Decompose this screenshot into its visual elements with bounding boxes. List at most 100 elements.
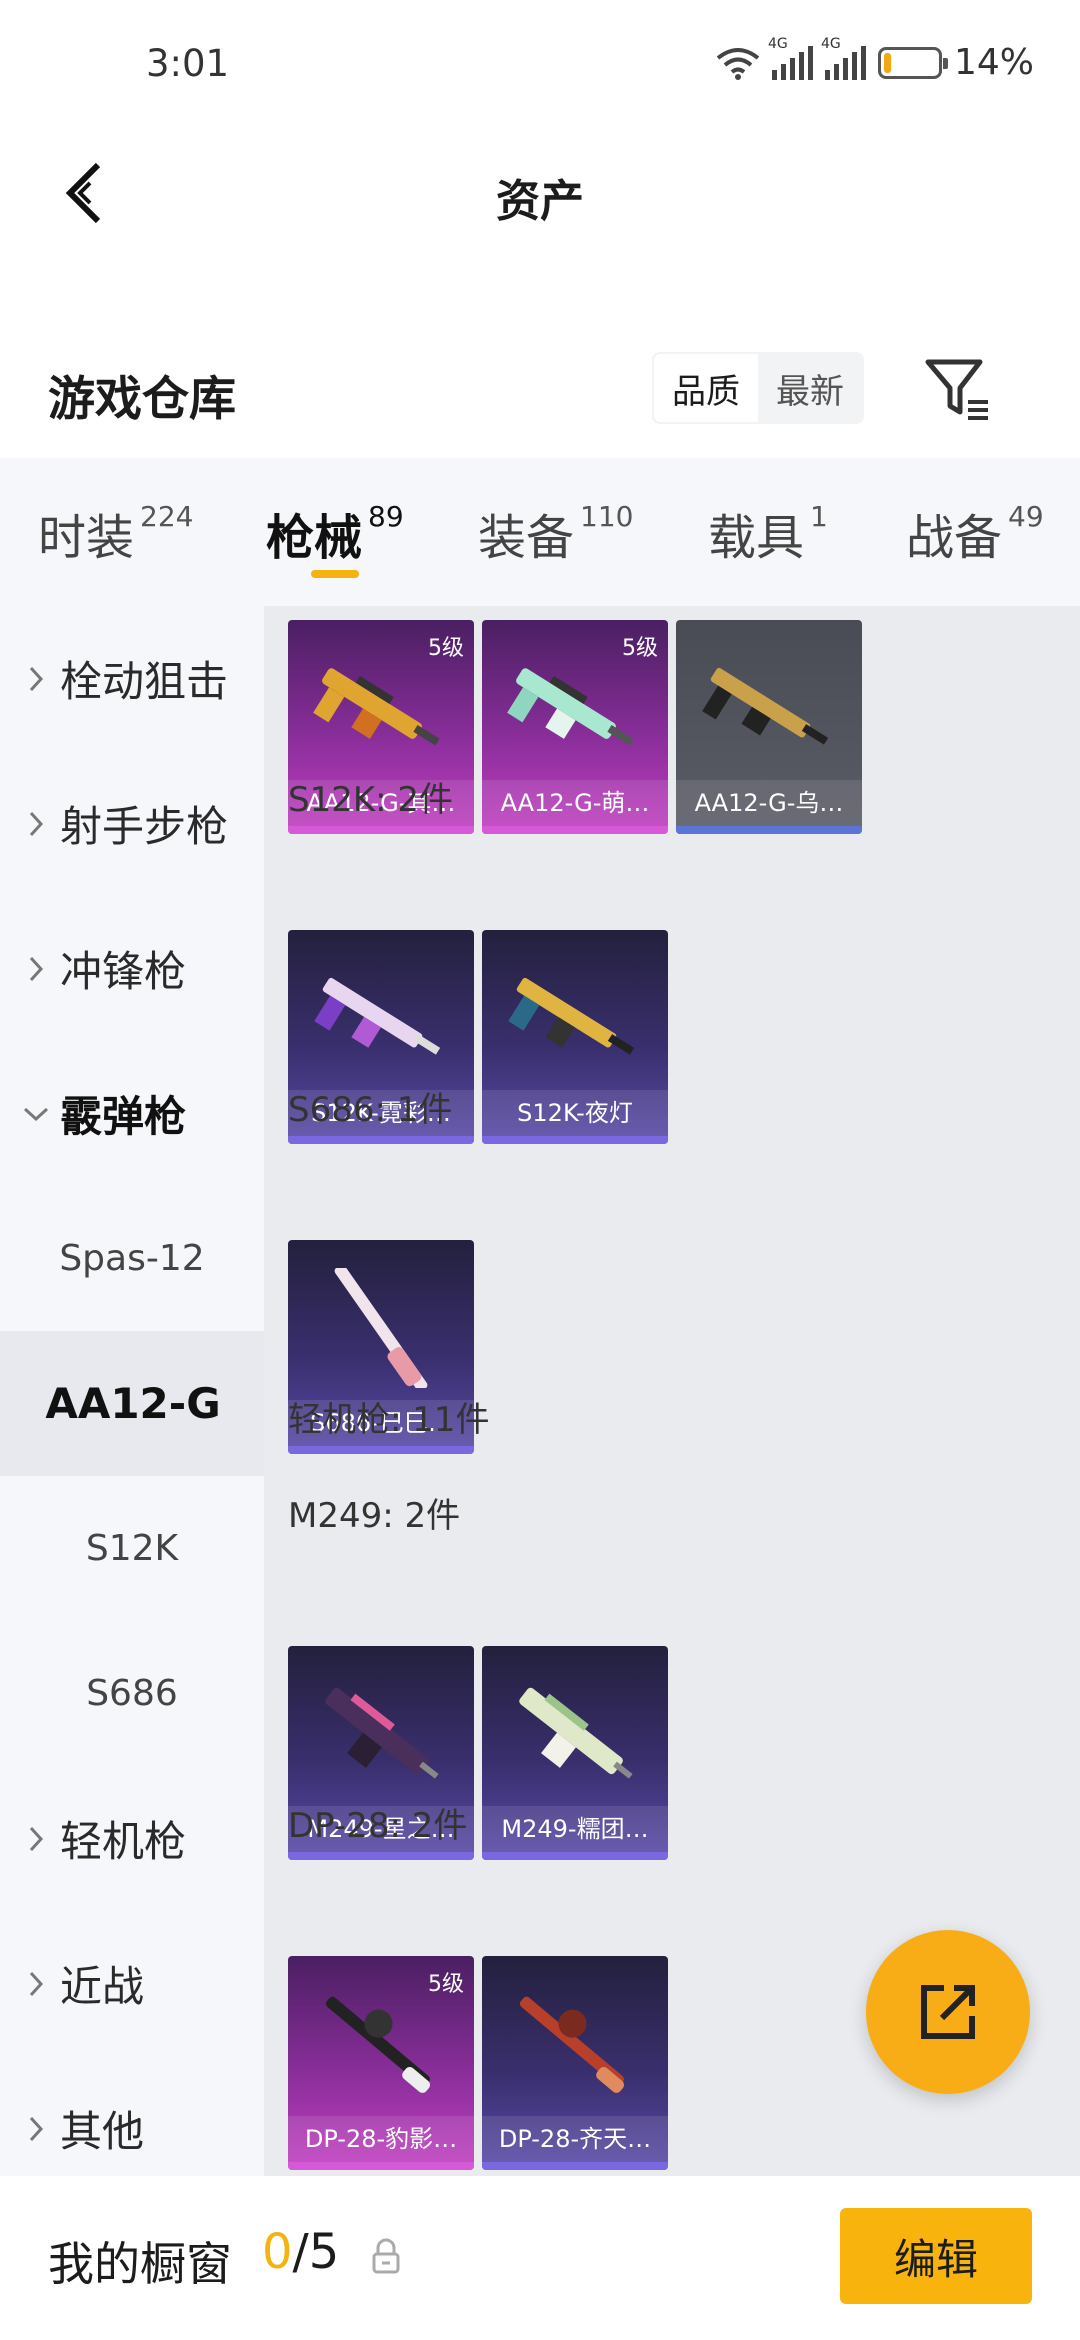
- sidebar-item-bolt-sniper[interactable]: 栓动狙击: [0, 606, 264, 751]
- showcase-total: /5: [292, 2224, 340, 2280]
- item-name: M249-糯团…: [482, 1806, 668, 1852]
- showcase-current: 0: [262, 2224, 293, 2280]
- sidebar-item-marksman-rifle[interactable]: 射手步枪: [0, 751, 264, 896]
- sidebar-subitem-s686[interactable]: S686: [0, 1621, 264, 1766]
- item-name: S12K-夜灯: [482, 1090, 668, 1136]
- lock-icon: [372, 2238, 400, 2274]
- item-card[interactable]: S12K-夜灯: [482, 930, 668, 1144]
- filter-icon: [925, 359, 988, 420]
- rarity-bar: [288, 1446, 474, 1454]
- sidebar-subitem-spas12[interactable]: Spas-12: [0, 1186, 264, 1331]
- machine-gun-icon: [519, 1996, 625, 2093]
- chevron-right-icon: [0, 810, 60, 838]
- tab-firearms[interactable]: 枪械 89: [266, 498, 404, 568]
- sidebar-subitem-aa12g[interactable]: AA12-G: [0, 1331, 266, 1476]
- tab-fashion[interactable]: 时装 224: [38, 498, 193, 568]
- item-card[interactable]: 5级 DP-28-豹影…: [288, 1956, 474, 2170]
- sidebar-item-label: 霰弹枪: [60, 1092, 187, 1141]
- page-title: 资产: [496, 176, 584, 227]
- item-card[interactable]: DP-28-齐天…: [482, 1956, 668, 2170]
- item-card[interactable]: 5级 AA12-G-萌…: [482, 620, 668, 834]
- external-link-icon: [921, 1985, 975, 2039]
- item-name: DP-28-齐天…: [482, 2116, 668, 2162]
- tab-count: 1: [810, 500, 828, 533]
- rarity-bar: [288, 1136, 474, 1144]
- tab-equipment[interactable]: 装备 110: [478, 498, 633, 568]
- machine-gun-icon: [325, 1687, 439, 1779]
- rarity-bar: [482, 826, 668, 834]
- sort-toggle: 品质 最新: [652, 352, 864, 424]
- rarity-bar: [288, 2162, 474, 2170]
- status-icons: 4G 4G 14%: [716, 36, 1034, 83]
- item-name: AA12-G-萌…: [482, 780, 668, 826]
- rarity-bar: [676, 826, 862, 834]
- tab-count: 89: [368, 500, 404, 533]
- item-name: DP-28-豹影…: [288, 2116, 474, 2162]
- sidebar-item-label: 射手步枪: [60, 802, 229, 851]
- shotgun-icon: [314, 977, 441, 1055]
- sidebar-item-shotgun[interactable]: 霰弹枪: [0, 1041, 264, 1186]
- wifi-icon: [716, 47, 760, 80]
- sidebar-item-lmg[interactable]: 轻机枪: [0, 1766, 264, 1911]
- battery-level: [883, 52, 891, 73]
- tab-supplies[interactable]: 战备 49: [906, 498, 1044, 568]
- rarity-bar: [482, 1136, 668, 1144]
- tab-label: 枪械: [266, 510, 363, 566]
- section-title: 游戏仓库: [48, 372, 236, 427]
- chevron-right-icon: [0, 1825, 60, 1853]
- chevron-right-icon: [0, 2115, 60, 2143]
- shotgun-icon: [508, 977, 635, 1055]
- rarity-bar: [288, 826, 474, 834]
- sidebar: 栓动狙击 射手步枪 冲锋枪 霰弹枪 Spas-12 AA12-G S12K S6…: [0, 606, 266, 2176]
- chevron-down-icon: [0, 1106, 60, 1122]
- sidebar-item-label: 轻机枪: [60, 1817, 187, 1866]
- status-bar: 3:01 4G 4G 14%: [0, 0, 1080, 135]
- group-label: 轻机枪: 11件: [288, 1400, 490, 1440]
- machine-gun-icon: [325, 1996, 431, 2093]
- tab-label: 装备: [478, 510, 575, 566]
- header: 资产: [0, 135, 1080, 251]
- tab-count: 224: [140, 500, 194, 533]
- sidebar-item-label: 栓动狙击: [60, 657, 229, 706]
- status-time: 3:01: [146, 42, 230, 85]
- tab-label: 载具: [708, 510, 805, 566]
- category-tabs: 时装 224 枪械 89 装备 110 载具 1 战备 49: [0, 458, 1080, 606]
- showcase-bar: 我的橱窗 0/5 编辑: [0, 2176, 1080, 2340]
- sidebar-item-label: 冲锋枪: [60, 947, 187, 996]
- sidebar-item-label: 其他: [60, 2107, 145, 2156]
- sidebar-item-melee[interactable]: 近战: [0, 1911, 264, 2056]
- rarity-bar: [482, 1852, 668, 1860]
- filter-button[interactable]: [922, 354, 994, 426]
- share-button[interactable]: [866, 1930, 1030, 2094]
- cellular-signal-icon: 4G: [821, 36, 866, 80]
- machine-gun-icon: [519, 1687, 633, 1779]
- group-label: S686: 1件: [288, 1090, 453, 1130]
- rarity-bar: [288, 1852, 474, 1860]
- item-card[interactable]: AA12-G-乌…: [676, 620, 862, 834]
- group-label: S12K: 2件: [288, 780, 454, 820]
- tab-vehicles[interactable]: 载具 1: [708, 498, 828, 568]
- sidebar-item-smg[interactable]: 冲锋枪: [0, 896, 264, 1041]
- chevron-right-icon: [0, 1970, 60, 1998]
- active-tab-indicator: [311, 570, 359, 578]
- tab-count: 110: [580, 500, 634, 533]
- shotgun-icon: [507, 668, 634, 746]
- shotgun-icon: [702, 667, 829, 745]
- rarity-bar: [482, 2162, 668, 2170]
- tab-label: 战备: [906, 510, 1003, 566]
- sort-newest-button[interactable]: 最新: [758, 354, 862, 422]
- tab-count: 49: [1008, 500, 1044, 533]
- group-label: DP-28: 2件: [288, 1806, 468, 1846]
- cellular-signal-icon: 4G: [768, 36, 813, 80]
- battery-percent: 14%: [953, 42, 1034, 83]
- shotgun-icon: [313, 668, 440, 746]
- sidebar-subitem-s12k[interactable]: S12K: [0, 1476, 264, 1621]
- battery-icon: [877, 46, 948, 79]
- showcase-label: 我的橱窗: [48, 2237, 232, 2291]
- sort-quality-button[interactable]: 品质: [654, 354, 758, 422]
- chevron-right-icon: [0, 955, 60, 983]
- tab-label: 时装: [38, 510, 135, 566]
- sidebar-item-label: 近战: [60, 1962, 145, 2011]
- edit-button[interactable]: 编辑: [840, 2208, 1032, 2304]
- item-card[interactable]: M249-糯团…: [482, 1646, 668, 1860]
